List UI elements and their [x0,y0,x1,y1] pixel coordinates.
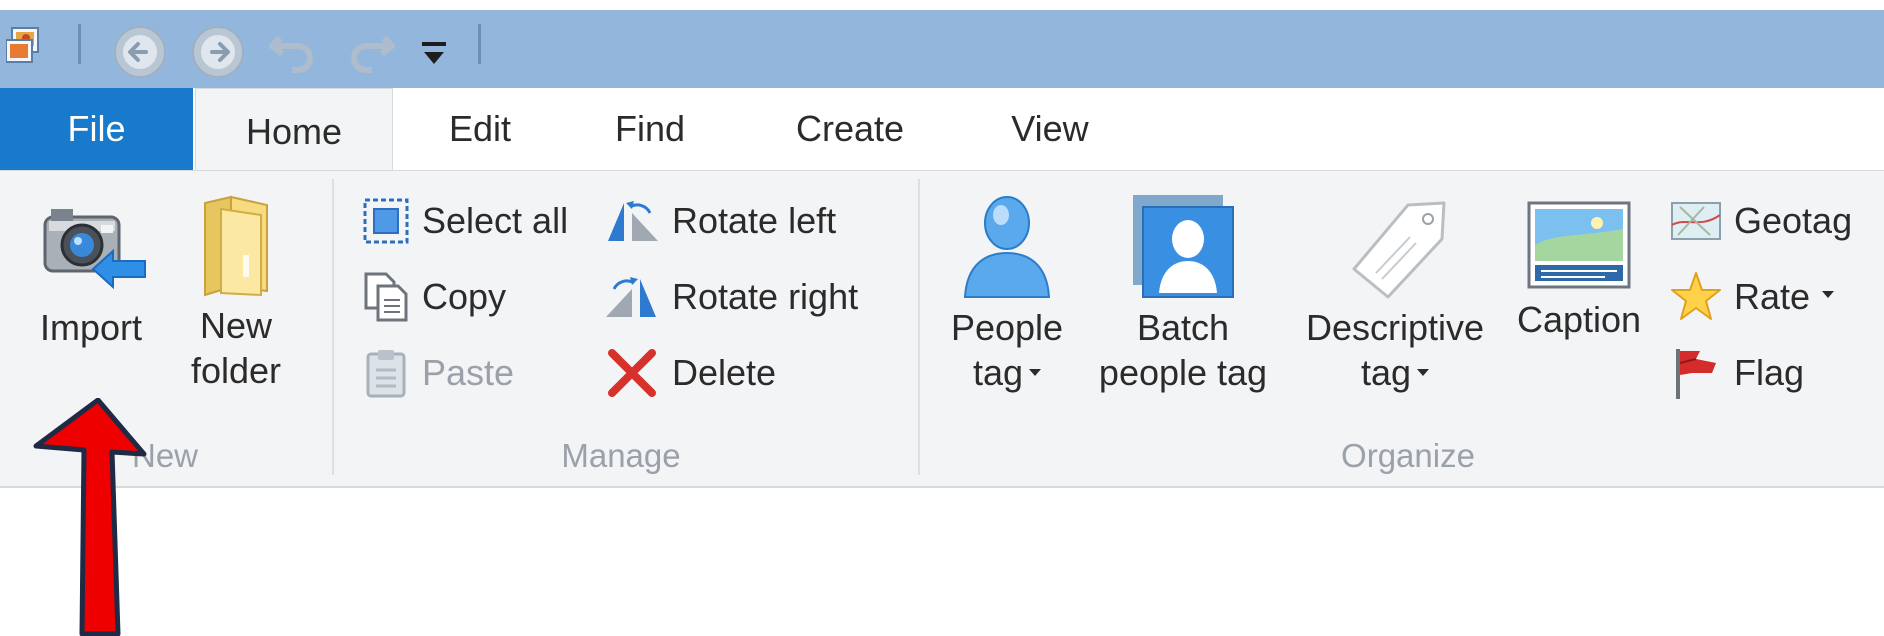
tab-create-label: Create [795,108,905,149]
paste-icon [366,350,406,398]
tab-create[interactable]: Create [770,88,930,170]
people-tag-label-line2: tag [972,352,1024,393]
group-separator [918,179,920,475]
tag-icon [1352,201,1446,299]
geotag-label: Geotag [1734,200,1853,241]
people-tag-label-line1: People [950,307,1064,348]
flag-label: Flag [1734,352,1805,393]
tab-view-label: View [1011,108,1089,149]
tab-file-label: File [67,108,126,149]
new-folder-label-line2: folder [190,350,282,391]
tab-find-label: Find [614,108,686,149]
rate-label: Rate [1734,276,1811,317]
select-all-icon [363,198,409,244]
customize-dropdown-icon[interactable] [420,38,448,73]
delete-x-icon [608,349,656,397]
copy-label: Copy [422,276,507,317]
chevron-down-icon [1029,368,1042,376]
copy-button[interactable]: Copy [362,269,506,325]
batch-people-tag-label-line1: Batch [1136,307,1230,348]
paste-button[interactable]: Paste [362,345,514,401]
flag-icon [1676,349,1716,399]
new-folder-label-line1: New [199,305,273,346]
ribbon-home-panel: Import New folder New Select all Copy Pa… [0,170,1884,488]
import-label: Import [39,307,143,348]
group-separator [332,179,334,475]
map-icon [1671,202,1721,240]
app-icon[interactable] [5,26,42,71]
tab-file[interactable]: File [0,88,193,170]
delete-label: Delete [672,352,777,393]
tab-home[interactable]: Home [195,88,393,174]
quick-access-toolbar [0,0,1884,88]
select-all-button[interactable]: Select all [362,193,568,249]
paste-label: Paste [422,352,515,393]
folder-icon [204,195,268,297]
back-icon[interactable] [112,24,168,85]
people-tag-button[interactable]: People tag [940,193,1074,395]
flag-button[interactable]: Flag [1670,345,1804,401]
person-icon [963,196,1051,298]
qat-separator [78,24,81,64]
rotate-right-button[interactable]: Rotate right [604,269,858,325]
rotate-right-icon [606,277,656,317]
rotate-left-button[interactable]: Rotate left [604,193,836,249]
copy-icon [364,272,408,322]
rotate-right-label: Rotate right [672,276,859,317]
tab-edit-label: Edit [448,108,512,149]
batch-people-tag-button[interactable]: Batch people tag [1086,193,1280,395]
qat-separator [478,24,481,64]
ribbon-tabs: File Home Edit Find Create View [0,88,1884,174]
tab-view[interactable]: View [980,88,1120,170]
tab-find[interactable]: Find [590,88,710,170]
forward-icon[interactable] [190,24,246,85]
star-icon [1671,272,1721,320]
group-label-organize: Organize [1341,437,1475,474]
caption-label: Caption [1516,299,1642,340]
caption-image-icon [1527,201,1631,289]
redo-icon[interactable] [344,28,396,81]
delete-button[interactable]: Delete [604,345,776,401]
tab-edit[interactable]: Edit [420,88,540,170]
rate-button[interactable]: Rate [1670,269,1835,325]
select-all-label: Select all [422,200,569,241]
undo-icon[interactable] [268,28,320,81]
group-label-manage: Manage [561,437,681,474]
descriptive-tag-label-line1: Descriptive [1305,307,1485,348]
chevron-down-icon [1822,290,1835,298]
people-tag-label-line2-wrap: tag [972,350,1042,395]
caption-button[interactable]: Caption [1506,193,1652,342]
chevron-down-icon [1417,368,1430,376]
batch-people-icon [1133,195,1234,298]
batch-people-tag-label-line2: people tag [1098,352,1268,393]
import-button[interactable]: Import [28,195,154,350]
red-arrow-annotation [33,398,147,636]
rotate-left-label: Rotate left [672,200,837,241]
camera-import-icon [43,209,146,290]
descriptive-tag-label-line2: tag [1360,352,1412,393]
geotag-button[interactable]: Geotag [1670,193,1852,249]
descriptive-tag-button[interactable]: Descriptive tag [1296,193,1494,395]
new-folder-button[interactable]: New folder [176,195,296,393]
rotate-left-icon [608,201,658,241]
tab-home-label: Home [245,110,343,152]
descriptive-tag-label-line2-wrap: tag [1360,350,1430,395]
